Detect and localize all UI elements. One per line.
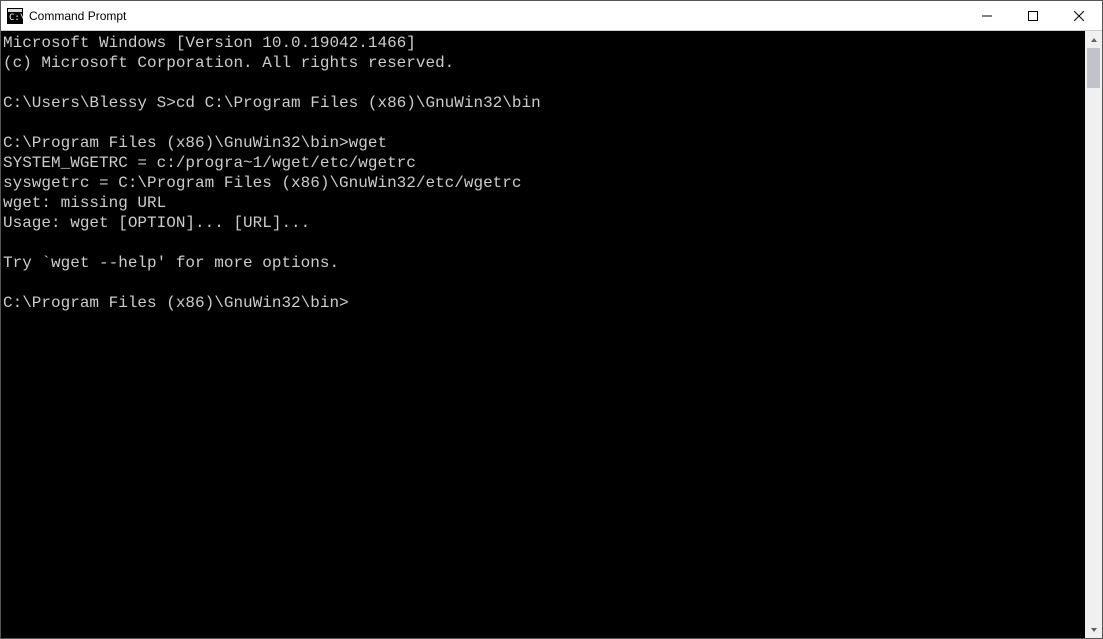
scrollbar-thumb[interactable] <box>1087 48 1100 88</box>
scroll-down-button[interactable] <box>1085 621 1102 638</box>
window-title: Command Prompt <box>29 9 126 23</box>
terminal-line <box>3 273 1085 293</box>
terminal-line: C:\Program Files (x86)\GnuWin32\bin>wget <box>3 133 1085 153</box>
vertical-scrollbar[interactable] <box>1085 31 1102 638</box>
cmd-icon: C:\ <box>7 8 23 24</box>
terminal-line: wget: missing URL <box>3 193 1085 213</box>
titlebar[interactable]: C:\ Command Prompt <box>1 1 1102 31</box>
minimize-button[interactable] <box>964 1 1010 30</box>
svg-text:C:\: C:\ <box>9 13 23 23</box>
terminal-line: C:\Program Files (x86)\GnuWin32\bin> <box>3 293 1085 313</box>
scrollbar-track[interactable] <box>1085 48 1102 621</box>
terminal-line: Usage: wget [OPTION]... [URL]... <box>3 213 1085 233</box>
terminal-line <box>3 113 1085 133</box>
terminal-line <box>3 233 1085 253</box>
terminal-line: Microsoft Windows [Version 10.0.19042.14… <box>3 33 1085 53</box>
terminal-line: Try `wget --help' for more options. <box>3 253 1085 273</box>
terminal-line: (c) Microsoft Corporation. All rights re… <box>3 53 1085 73</box>
terminal-line: syswgetrc = C:\Program Files (x86)\GnuWi… <box>3 173 1085 193</box>
terminal-output[interactable]: Microsoft Windows [Version 10.0.19042.14… <box>1 31 1085 638</box>
terminal-line <box>3 73 1085 93</box>
scroll-up-button[interactable] <box>1085 31 1102 48</box>
terminal-area: Microsoft Windows [Version 10.0.19042.14… <box>1 31 1102 638</box>
command-prompt-window: C:\ Command Prompt Microsoft Windows [Ve… <box>0 0 1103 639</box>
terminal-line: C:\Users\Blessy S>cd C:\Program Files (x… <box>3 93 1085 113</box>
maximize-button[interactable] <box>1010 1 1056 30</box>
close-button[interactable] <box>1056 1 1102 30</box>
terminal-line: SYSTEM_WGETRC = c:/progra~1/wget/etc/wge… <box>3 153 1085 173</box>
window-controls <box>964 1 1102 30</box>
